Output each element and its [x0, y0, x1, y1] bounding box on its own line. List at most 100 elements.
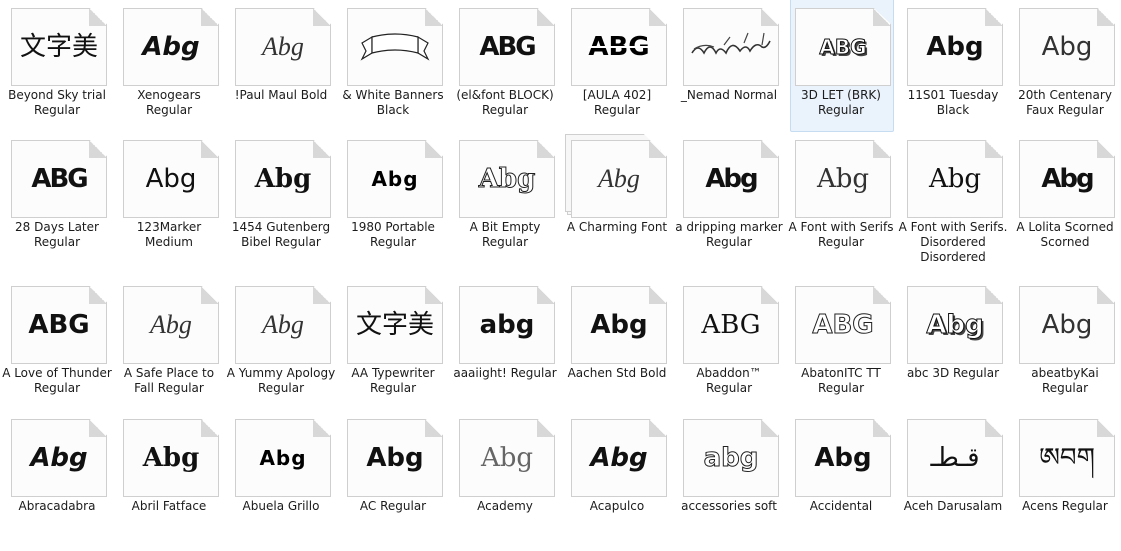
font-name-label: Accidental: [809, 499, 873, 513]
font-preview-glyphs: Abg: [814, 443, 872, 473]
font-file-item[interactable]: Abg Abril Fatface: [119, 411, 231, 551]
font-file-item[interactable]: Abg !Paul Maul Bold: [231, 0, 343, 140]
font-file-item[interactable]: Abg abeatbyKai Regular: [1015, 278, 1121, 418]
font-file-item[interactable]: _Nemad Normal: [679, 0, 791, 140]
font-name-label: A Bit Empty Regular: [469, 220, 541, 249]
font-preview-glyphs: ABG: [31, 164, 88, 194]
font-file-item[interactable]: Abg A Yummy Apology Regular: [227, 278, 343, 418]
font-preview-glyphs: Abg: [590, 310, 648, 340]
font-file-icon: ABG: [11, 140, 107, 218]
font-name-label: A Font with Serifs. Disordered Disordere…: [898, 220, 1008, 264]
font-file-item[interactable]: ཨབག Acens Regular: [1015, 411, 1121, 551]
font-preview-glyphs: Abg: [262, 32, 304, 61]
font-file-icon: Abg: [235, 419, 331, 497]
font-file-item[interactable]: Abg Academy: [455, 411, 567, 551]
font-preview-glyphs: Abg: [926, 32, 984, 62]
font-file-item[interactable]: Abg abc 3D Regular: [903, 278, 1015, 418]
font-preview-glyphs: Abg: [366, 443, 424, 473]
font-file-item[interactable]: Abg Aachen Std Bold: [567, 278, 679, 418]
font-file-item[interactable]: Abg AC Regular: [343, 411, 455, 551]
font-file-icon: Abg: [235, 286, 331, 364]
font-file-icon: Abg: [11, 419, 107, 497]
font-file-icon: Abg: [907, 140, 1003, 218]
font-file-item[interactable]: Abg A Font with Serifs. Disordered Disord…: [899, 132, 1015, 272]
font-file-item[interactable]: Abg A Bit Empty Regular: [455, 132, 567, 272]
font-preview-glyphs: Abg: [145, 164, 197, 194]
font-preview-glyphs: 文字美: [355, 310, 434, 340]
font-name-label: A Safe Place to Fall Regular: [123, 366, 215, 395]
font-file-item[interactable]: Abg A Charming Font: [565, 132, 679, 272]
font-file-item[interactable]: قـطـ Aceh Darusalam: [903, 411, 1015, 551]
font-name-label: Acens Regular: [1022, 499, 1108, 513]
font-preview-glyphs: Abg: [705, 164, 758, 194]
font-file-item[interactable]: Abg Abuela Grillo: [231, 411, 343, 551]
font-file-item[interactable]: 文字美 Beyond Sky trial Regular: [7, 0, 119, 140]
font-file-item[interactable]: ABG (el&font BLOCK) Regular: [455, 0, 567, 140]
font-file-item[interactable]: Abg A Lolita Scorned Scorned: [1015, 132, 1121, 272]
font-name-label: A Font with Serifs Regular: [788, 220, 894, 249]
font-name-label: AA Typewriter Regular: [351, 366, 435, 395]
font-file-icon: Abg: [459, 140, 555, 218]
font-file-item[interactable]: Abg 11S01 Tuesday Black: [903, 0, 1015, 140]
font-preview-glyphs: Abg: [371, 167, 419, 191]
font-file-icon: Abg: [1019, 140, 1115, 218]
font-file-icon: Abg: [123, 8, 219, 86]
font-name-label: Abaddon™ Regular: [696, 366, 762, 395]
font-file-item[interactable]: 文字美 AA Typewriter Regular: [343, 278, 455, 418]
font-file-icon: [683, 8, 779, 86]
font-file-item[interactable]: ABG Abaddon™ Regular: [679, 278, 791, 418]
font-file-icon: Abg: [571, 140, 667, 218]
font-name-label: AbatonITC TT Regular: [801, 366, 881, 395]
font-file-item[interactable]: Abg 1454 Gutenberg Bibel Regular: [231, 132, 343, 272]
font-preview-glyphs: ABG: [479, 32, 536, 62]
font-file-item[interactable]: & White Banners Black: [342, 0, 455, 140]
font-preview-glyphs: ཨབག: [1039, 443, 1095, 473]
font-name-label: A Lolita Scorned Scorned: [1016, 220, 1114, 249]
font-name-label: A Love of Thunder Regular: [2, 366, 112, 395]
font-preview-glyphs: 文字美: [19, 32, 98, 62]
font-preview-glyphs: Abg: [590, 443, 648, 473]
font-preview-glyphs: Abg: [254, 164, 312, 194]
font-preview-glyphs: Abg: [142, 32, 200, 62]
font-name-label: (el&font BLOCK) Regular: [456, 88, 554, 117]
font-file-item[interactable]: ABG 3D LET (BRK) Regular: [790, 0, 903, 140]
font-name-label: 11S01 Tuesday Black: [907, 88, 999, 117]
font-file-icon: Abg: [123, 140, 219, 218]
font-preview-glyphs: Abg: [598, 164, 640, 193]
font-file-icon: قـطـ: [907, 419, 1003, 497]
font-preview-glyphs: Abg: [1041, 32, 1093, 62]
font-file-item[interactable]: abg aaaiight! Regular: [453, 278, 567, 418]
font-file-item[interactable]: Abg 20th Centenary Faux Regular: [1015, 0, 1121, 140]
font-name-label: AC Regular: [359, 499, 427, 513]
font-file-item[interactable]: ABG 28 Days Later Regular: [7, 132, 119, 272]
font-file-icon: Abg: [235, 8, 331, 86]
font-preview-glyphs: abg: [479, 310, 535, 340]
font-file-item[interactable]: Abg A Font with Serifs Regular: [789, 132, 903, 272]
font-file-item[interactable]: Abg Abracadabra: [7, 411, 119, 551]
font-preview-glyphs: Abg: [478, 164, 536, 194]
font-file-item[interactable]: abg accessories soft: [679, 411, 791, 551]
font-preview-glyphs: abg: [703, 443, 759, 473]
font-file-icon: ABG: [795, 286, 891, 364]
font-file-item[interactable]: Abg A Safe Place to Fall Regular: [119, 278, 231, 418]
font-name-label: Abuela Grillo: [242, 499, 320, 513]
font-file-item[interactable]: Abg 1980 Portable Regular: [343, 132, 455, 272]
font-name-label: 28 Days Later Regular: [15, 220, 99, 249]
font-file-item[interactable]: Abg 123Marker Medium: [119, 132, 231, 272]
font-file-item[interactable]: Abg Accidental: [791, 411, 903, 551]
font-file-item[interactable]: Abg Acapulco: [567, 411, 679, 551]
font-file-icon: Abg: [571, 286, 667, 364]
font-preview-glyphs: ABG: [588, 32, 650, 62]
font-file-icon: Abg: [347, 419, 443, 497]
font-file-icon: Abg: [347, 140, 443, 218]
font-preview-glyphs: Abg: [142, 443, 200, 473]
font-file-item[interactable]: Abg Xenogears Regular: [119, 0, 231, 140]
font-file-item[interactable]: ABG AbatonITC TT Regular: [791, 278, 903, 418]
font-file-icon: ABG: [11, 286, 107, 364]
font-file-icon: [347, 8, 443, 86]
font-file-item[interactable]: ABG [AULA 402] Regular: [567, 0, 679, 140]
font-preview-glyphs: Abg: [150, 310, 192, 339]
font-name-label: Abracadabra: [18, 499, 96, 513]
font-file-item[interactable]: Abg a dripping marker Regular: [675, 132, 791, 272]
font-file-item[interactable]: ABG A Love of Thunder Regular: [2, 278, 119, 418]
